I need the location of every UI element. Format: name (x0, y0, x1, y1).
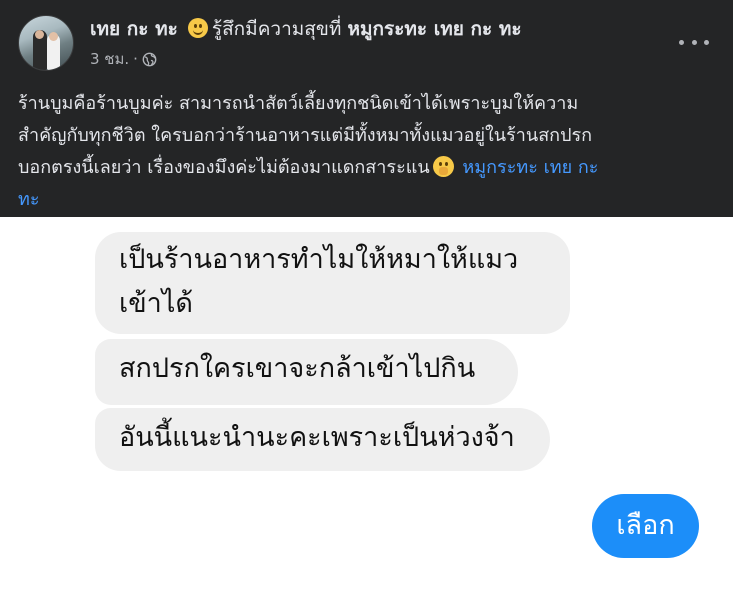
chat-bubble-text: สกปรกใครเขาจะกล้าเข้าไปกิน (119, 353, 476, 384)
feeling-text: รู้สึกมีความสุขที่ (211, 18, 342, 40)
page-name-link[interactable]: หมูกระทะ เทย กะ ทะ (347, 18, 521, 40)
chat-bubble-line: เป็นร้านอาหารทำไมให้หมาให้แมว (119, 244, 519, 275)
globe-icon[interactable] (142, 52, 157, 67)
choose-button[interactable]: เลือก (592, 494, 699, 558)
post-text-line: บอกตรงนี้เลยว่า เรื่องของมึงค่ะไม่ต้องมา… (18, 157, 430, 178)
shushing-face-icon (432, 156, 454, 177)
post-meta: 3 ชม. · (90, 47, 157, 71)
post-text-line: สำคัญกับทุกชีวิต ใครบอกว่าร้านอาหารแต่มี… (18, 125, 593, 146)
avatar[interactable] (18, 15, 74, 71)
facebook-post: เทย กะ ทะ รู้สึกมีความสุขที่ หมูกระทะ เท… (0, 0, 733, 217)
post-text-line-3: บอกตรงนี้เลยว่า เรื่องของมึงค่ะไม่ต้องมา… (18, 152, 723, 184)
chat-bubble: สกปรกใครเขาจะกล้าเข้าไปกิน (95, 339, 518, 405)
chat-bubble-text: อันนี้แนะนำนะคะเพราะเป็นห่วงจ้า (119, 422, 515, 453)
chat-bubble-line: เข้าได้ (119, 288, 193, 319)
smile-emoji-icon (187, 18, 208, 38)
page-mention-link-continued[interactable]: ทะ (18, 184, 723, 216)
post-header: เทย กะ ทะ รู้สึกมีความสุขที่ หมูกระทะ เท… (90, 16, 522, 42)
chat-bubble: อันนี้แนะนำนะคะเพราะเป็นห่วงจ้า (95, 408, 550, 471)
more-options-icon[interactable] (679, 32, 709, 52)
page-mention-link[interactable]: หมูกระทะ เทย กะ (462, 157, 598, 178)
post-text: ร้านบูมคือร้านบูมค่ะ สามารถนำสัตว์เลี้ยง… (18, 88, 723, 216)
chat-bubble: เป็นร้านอาหารทำไมให้หมาให้แมว เข้าได้ (95, 232, 570, 334)
separator-dot: · (133, 50, 138, 68)
author-name[interactable]: เทย กะ ทะ (90, 18, 178, 40)
post-text-line: ร้านบูมคือร้านบูมค่ะ สามารถนำสัตว์เลี้ยง… (18, 93, 579, 114)
post-time[interactable]: 3 ชม. (90, 47, 129, 71)
